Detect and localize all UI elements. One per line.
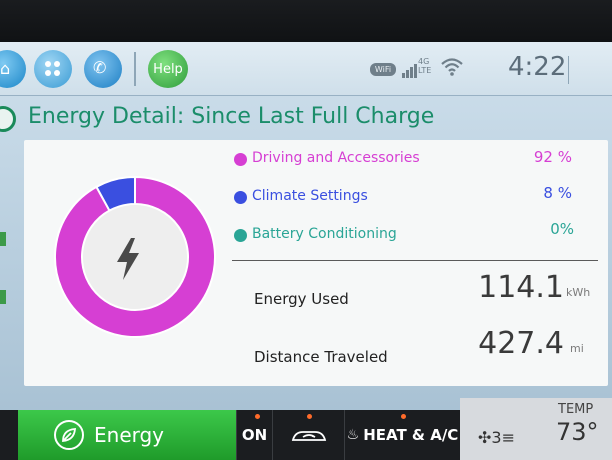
distance-value: 427.4 bbox=[478, 326, 564, 361]
distance-unit: mi bbox=[570, 342, 584, 355]
home-icon: ⌂ bbox=[0, 59, 11, 78]
infotainment-screen: ⌂ ✆ Help WiFi 4G LTE 4:22 Energy Detail: bbox=[0, 42, 612, 410]
recirculation-button[interactable] bbox=[272, 410, 344, 460]
heat-icon: ♨ bbox=[346, 427, 360, 443]
energy-tab-label: Energy bbox=[94, 423, 165, 447]
heat-ac-label: HEAT & A/C bbox=[363, 426, 459, 444]
stats-divider bbox=[232, 260, 598, 261]
energy-used-label: Energy Used bbox=[254, 290, 349, 308]
percent-climate: 8 % bbox=[543, 184, 572, 202]
lightning-bolt-icon bbox=[117, 238, 139, 280]
heat-ac-button[interactable]: ♨ HEAT & A/C bbox=[344, 410, 460, 460]
wifi-badge-label: WiFi bbox=[374, 65, 392, 74]
recirculation-indicator-light bbox=[307, 414, 312, 419]
percent-battery: 0% bbox=[550, 220, 574, 238]
energy-detail-panel: Driving and Accessories 92 % Climate Set… bbox=[24, 140, 608, 386]
distance-label: Distance Traveled bbox=[254, 348, 388, 366]
phone-icon: ✆ bbox=[93, 58, 107, 77]
fan-level-bars-icon: ≡ bbox=[501, 428, 515, 447]
status-divider bbox=[134, 52, 136, 86]
legend-label-climate: Climate Settings bbox=[252, 188, 368, 204]
percent-driving: 92 % bbox=[533, 148, 572, 166]
legend-label-battery: Battery Conditioning bbox=[252, 226, 397, 242]
legend-label-driving: Driving and Accessories bbox=[252, 150, 420, 166]
legend-dot-battery bbox=[234, 229, 247, 242]
clock: 4:22 bbox=[508, 52, 567, 82]
page-title: Energy Detail: Since Last Full Charge bbox=[28, 104, 435, 129]
energy-tab[interactable]: Energy bbox=[18, 410, 236, 460]
leaf-icon bbox=[54, 420, 84, 450]
fan-level: 3 bbox=[491, 428, 502, 447]
climate-panel: ✣3≡ TEMP 73° bbox=[460, 398, 612, 460]
fan-speed-control[interactable]: ✣3≡ bbox=[478, 428, 515, 447]
recirculation-icon bbox=[291, 431, 326, 441]
power-on-button[interactable]: ON bbox=[236, 410, 272, 460]
energy-used-unit: kWh bbox=[566, 286, 591, 299]
apps-grid-icon bbox=[45, 61, 61, 77]
heat-ac-indicator-light bbox=[401, 414, 406, 419]
side-indicator bbox=[0, 162, 22, 362]
clock-divider bbox=[568, 56, 569, 84]
temp-label: TEMP bbox=[558, 402, 594, 417]
fan-icon: ✣ bbox=[478, 428, 492, 447]
help-label: Help bbox=[153, 61, 183, 77]
network-type-label: 4G LTE bbox=[418, 57, 432, 75]
temp-value[interactable]: 73° bbox=[556, 418, 599, 446]
status-bar: ⌂ ✆ Help WiFi 4G LTE 4:22 bbox=[0, 42, 612, 96]
wifi-icon bbox=[441, 58, 463, 76]
back-button[interactable] bbox=[0, 106, 16, 132]
on-indicator-light bbox=[255, 414, 260, 419]
legend-dot-climate bbox=[234, 191, 247, 204]
help-button[interactable]: Help bbox=[148, 50, 188, 88]
on-label: ON bbox=[241, 426, 268, 444]
screen-bezel bbox=[0, 0, 612, 46]
energy-used-value: 114.1 bbox=[478, 270, 564, 305]
wifi-badge: WiFi bbox=[370, 63, 396, 76]
legend-dot-driving bbox=[234, 153, 247, 166]
